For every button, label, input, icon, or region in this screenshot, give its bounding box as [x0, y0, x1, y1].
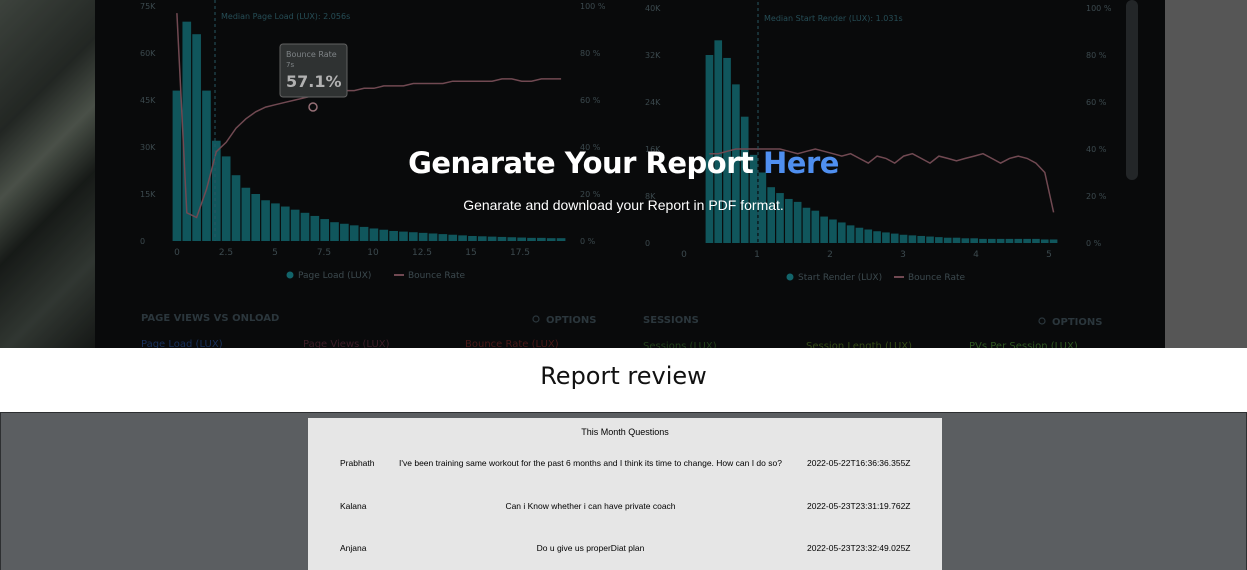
hero-title-accent: Here	[763, 146, 839, 180]
row-timestamp: 2022-05-23T23:32:49.025Z	[807, 543, 911, 553]
pdf-page-title: This Month Questions	[581, 427, 669, 437]
pdf-viewer[interactable]: This Month Questions Prabhath I've been …	[0, 412, 1247, 570]
report-review-heading: Report review	[0, 362, 1247, 390]
row-timestamp: 2022-05-23T23:31:19.762Z	[807, 501, 911, 511]
row-name: Prabhath	[340, 458, 375, 468]
row-question: I've been training same workout for the …	[399, 458, 782, 468]
pdf-page: This Month Questions Prabhath I've been …	[308, 418, 942, 570]
row-question: Can i Know whether i can have private co…	[505, 501, 676, 511]
table-row: Prabhath I've been training same workout…	[308, 458, 942, 472]
hero-subtitle: Genarate and download your Report in PDF…	[463, 197, 784, 213]
table-row: Kalana Can i Know whether i can have pri…	[308, 501, 942, 515]
report-review-heading-last-letter: w	[687, 362, 707, 390]
table-row: Anjana Do u give us properDiat plan 2022…	[308, 543, 942, 557]
row-name: Anjana	[340, 543, 367, 553]
hero-title-main: Genarate Your Report	[408, 146, 763, 180]
row-name: Kalana	[340, 501, 367, 511]
hero-title: Genarate Your Report Here	[0, 146, 1247, 180]
row-timestamp: 2022-05-22T16:36:36.355Z	[807, 458, 911, 468]
report-review-heading-text: Report revie	[540, 362, 688, 390]
hero-banner: 75K 60K 45K 30K 15K 0 100 % 80 % 60 % 40 % 20 % 0 %…	[0, 0, 1247, 348]
row-question: Do u give us properDiat plan	[536, 543, 645, 553]
